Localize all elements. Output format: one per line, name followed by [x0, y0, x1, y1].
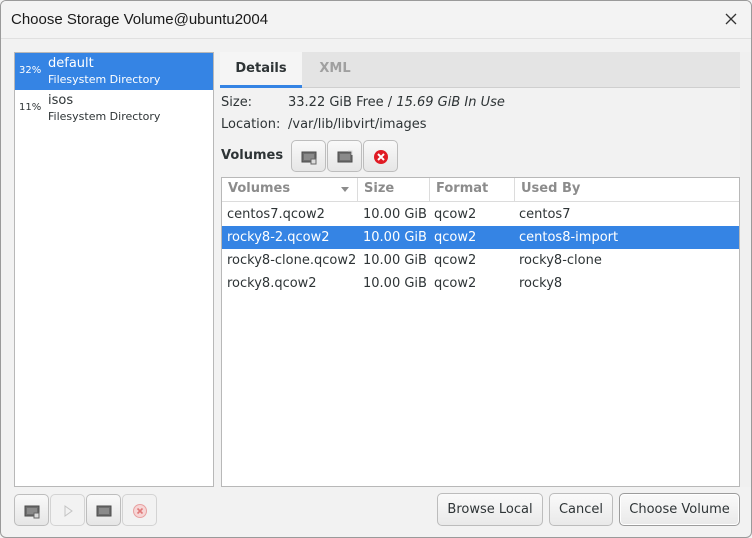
- column-header-label: Volumes: [228, 181, 291, 196]
- pool-usage-percent: 11%: [19, 102, 42, 113]
- storage-pool-list: 32% default Filesystem Directory 11% iso…: [14, 52, 214, 487]
- stop-pool-button[interactable]: [86, 494, 121, 526]
- volume-size: 10.00 GiB: [363, 230, 427, 245]
- volume-format: qcow2: [434, 253, 477, 268]
- volume-name: rocky8.qcow2: [227, 276, 317, 291]
- volume-table: Volumes Size Format Used By centos7.qcow…: [221, 177, 740, 487]
- window-title: Choose Storage Volume@ubuntu2004: [11, 11, 269, 28]
- volumes-label: Volumes: [221, 148, 284, 163]
- add-pool-button[interactable]: [14, 494, 49, 526]
- location-value: /var/lib/libvirt/images: [288, 117, 427, 132]
- close-icon[interactable]: [721, 9, 741, 29]
- column-header-format[interactable]: Format: [430, 178, 515, 202]
- table-row[interactable]: rocky8-2.qcow2 10.00 GiB qcow2 centos8-i…: [222, 226, 739, 249]
- start-pool-button[interactable]: [50, 494, 85, 526]
- volume-format: qcow2: [434, 230, 477, 245]
- volume-name: rocky8-clone.qcow2: [227, 253, 357, 268]
- tab-xml[interactable]: XML: [302, 52, 368, 88]
- pool-name: isos: [48, 93, 74, 108]
- tab-bar: Details XML: [220, 52, 740, 88]
- pool-name: default: [48, 56, 94, 71]
- table-row[interactable]: centos7.qcow2 10.00 GiB qcow2 centos7: [222, 203, 739, 226]
- size-in-use: 15.69 GiB In Use: [396, 95, 505, 110]
- column-header-size[interactable]: Size: [358, 178, 430, 202]
- volume-format: qcow2: [434, 207, 477, 222]
- column-header-used-by[interactable]: Used By: [515, 178, 739, 202]
- delete-pool-button[interactable]: [122, 494, 157, 526]
- pool-item-default[interactable]: 32% default Filesystem Directory: [15, 53, 213, 90]
- volume-used-by: centos8-import: [519, 230, 619, 245]
- pool-usage-percent: 32%: [19, 65, 42, 76]
- tab-details[interactable]: Details: [220, 52, 302, 88]
- pool-type: Filesystem Directory: [48, 73, 161, 86]
- new-volume-button[interactable]: [291, 140, 326, 172]
- volume-name: centos7.qcow2: [227, 207, 325, 222]
- cancel-button[interactable]: Cancel: [549, 493, 613, 526]
- size-free: 33.22 GiB Free /: [288, 95, 397, 110]
- volume-format: qcow2: [434, 276, 477, 291]
- location-label: Location:: [221, 117, 281, 132]
- volume-used-by: centos7: [519, 207, 571, 222]
- volume-name: rocky8-2.qcow2: [227, 230, 330, 245]
- browse-local-button[interactable]: Browse Local: [437, 493, 543, 526]
- volume-size: 10.00 GiB: [363, 253, 427, 268]
- size-value: 33.22 GiB Free / 15.69 GiB In Use: [288, 95, 505, 110]
- choose-volume-button[interactable]: Choose Volume: [619, 493, 740, 526]
- table-row[interactable]: rocky8.qcow2 10.00 GiB qcow2 rocky8: [222, 272, 739, 295]
- table-header: Volumes Size Format Used By: [222, 178, 739, 202]
- pool-type: Filesystem Directory: [48, 110, 161, 123]
- right-scroll-edge: [740, 52, 751, 487]
- delete-volume-button[interactable]: [363, 140, 398, 172]
- volume-size: 10.00 GiB: [363, 207, 427, 222]
- volume-used-by: rocky8: [519, 276, 563, 291]
- volume-used-by: rocky8-clone: [519, 253, 602, 268]
- size-label: Size:: [221, 95, 253, 110]
- choose-storage-volume-dialog: Choose Storage Volume@ubuntu2004 32% def…: [0, 0, 752, 538]
- volume-size: 10.00 GiB: [363, 276, 427, 291]
- pool-item-isos[interactable]: 11% isos Filesystem Directory: [15, 90, 213, 127]
- refresh-volumes-button[interactable]: [327, 140, 362, 172]
- table-row[interactable]: rocky8-clone.qcow2 10.00 GiB qcow2 rocky…: [222, 249, 739, 272]
- title-bar: Choose Storage Volume@ubuntu2004: [1, 1, 751, 39]
- column-header-volumes[interactable]: Volumes: [222, 178, 358, 202]
